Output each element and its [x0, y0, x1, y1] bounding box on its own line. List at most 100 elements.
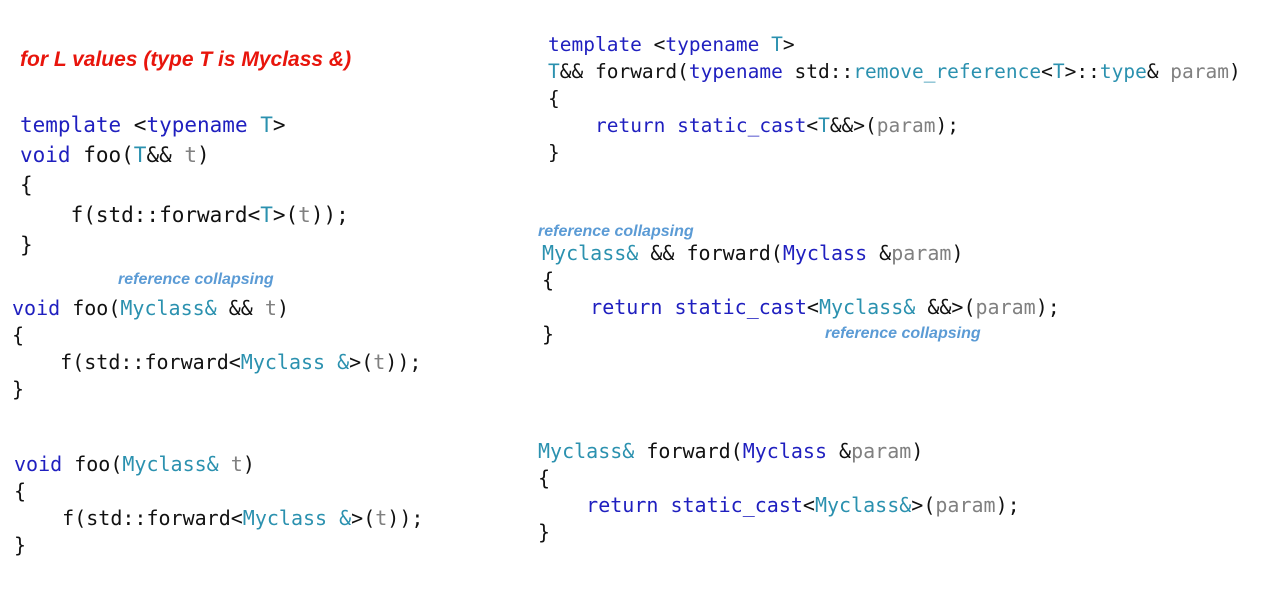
keyword-token: void — [12, 296, 61, 320]
code-token: { — [14, 479, 27, 503]
variable-token: param — [891, 241, 952, 265]
reference-collapsing-note-right-top: reference collapsing — [538, 223, 694, 240]
code-token: } — [20, 233, 33, 257]
code-token: & — [827, 439, 852, 463]
code-token: { — [12, 323, 25, 347]
type-token: T — [771, 33, 783, 56]
code-token: && forward( — [559, 60, 689, 83]
code-token: forward( — [634, 439, 743, 463]
type-token: type — [1099, 60, 1147, 83]
code-token: ) — [242, 452, 255, 476]
code-token: std:: — [782, 60, 854, 83]
code-token: foo( — [60, 296, 121, 320]
code-token: && forward( — [638, 241, 783, 265]
code-token: } — [14, 533, 27, 557]
type-token: Myclass& — [542, 241, 639, 265]
code-token: < — [1041, 60, 1053, 83]
type-token: Myclass& — [814, 493, 912, 517]
code-line: void foo(Myclass& t) — [14, 451, 423, 478]
code-token: )); — [385, 350, 422, 374]
code-token: &&>( — [915, 295, 976, 319]
code-token: < — [806, 295, 819, 319]
keyword-token: typename — [146, 113, 248, 137]
code-line: T&& forward(typename std::remove_referen… — [548, 58, 1241, 85]
code-token: ) — [197, 143, 210, 167]
code-token: { — [548, 87, 560, 110]
code-token: ) — [276, 296, 289, 320]
code-line: } — [20, 230, 349, 260]
code-line: f(std::forward<Myclass &>(t)); — [12, 349, 421, 376]
code-line: } — [548, 139, 1241, 166]
code-line: f(std::forward<Myclass &>(t)); — [14, 505, 423, 532]
code-token: ) — [1229, 60, 1241, 83]
code-token: < — [806, 114, 819, 137]
code-token: ); — [995, 493, 1020, 517]
code-token: && — [146, 143, 185, 167]
code-token: { — [542, 268, 555, 292]
variable-token: param — [975, 295, 1036, 319]
keyword-token: static_cast — [670, 493, 803, 517]
foo-myclass-ref-ref: void foo(Myclass& && t){ f(std::forward<… — [12, 295, 421, 403]
code-token: f(std::forward< — [14, 506, 243, 530]
code-token: } — [542, 322, 555, 346]
code-line: return static_cast<Myclass& &&>(param); — [542, 294, 1060, 321]
keyword-token: template — [20, 113, 122, 137]
code-line: } — [538, 519, 1020, 546]
type-token: remove_reference — [853, 60, 1042, 83]
code-token: ); — [1035, 295, 1060, 319]
foo-myclass-ref: void foo(Myclass& t){ f(std::forward<Myc… — [14, 451, 423, 559]
variable-token: t — [230, 452, 243, 476]
code-line: { — [538, 465, 1020, 492]
code-token: > — [782, 33, 795, 56]
type-token: T — [818, 114, 830, 137]
type-token: Myclass& — [120, 296, 217, 320]
code-token: < — [641, 33, 666, 56]
type-token: T — [260, 113, 273, 137]
keyword-token: typename — [665, 33, 760, 56]
code-line: Myclass& forward(Myclass &param) — [538, 438, 1020, 465]
code-token: { — [20, 173, 33, 197]
code-line: template <typename T> — [20, 110, 349, 140]
code-token: < — [121, 113, 147, 137]
code-line: return static_cast<Myclass&>(param); — [538, 492, 1020, 519]
code-token: >( — [911, 493, 936, 517]
variable-token: t — [264, 296, 277, 320]
code-token: >( — [351, 506, 376, 530]
code-token: foo( — [62, 452, 123, 476]
code-line: { — [14, 478, 423, 505]
code-line: template <typename T> — [548, 31, 1241, 58]
code-line: } — [14, 532, 423, 559]
code-token: >( — [272, 203, 299, 227]
code-line: { — [12, 322, 421, 349]
code-line: { — [20, 170, 349, 200]
keyword-token: Myclass — [742, 439, 827, 463]
code-token: ); — [935, 114, 959, 137]
variable-token: param — [851, 439, 912, 463]
code-token: < — [802, 493, 815, 517]
keyword-token: return — [590, 295, 663, 319]
variable-token: t — [375, 506, 388, 530]
keyword-token: static_cast — [677, 114, 807, 137]
code-token: f(std::forward< — [20, 203, 261, 227]
generic-forward-template: template <typename T> T&& forward(typenam… — [548, 31, 1241, 166]
type-token: Myclass& — [538, 439, 635, 463]
type-token: T — [133, 143, 147, 167]
variable-token: t — [298, 203, 311, 227]
variable-token: t — [184, 143, 198, 167]
code-token: >:: — [1064, 60, 1100, 83]
variable-token: param — [1170, 60, 1229, 83]
type-token: T — [260, 203, 273, 227]
code-token: > — [272, 113, 286, 137]
type-token: T — [548, 60, 560, 83]
type-token: T — [1052, 60, 1065, 83]
type-token: Myclass & — [242, 506, 352, 530]
generic-foo-template: template <typename T> void foo(T&& t){ f(… — [20, 110, 349, 260]
code-token: )); — [387, 506, 424, 530]
code-token: && — [216, 296, 265, 320]
